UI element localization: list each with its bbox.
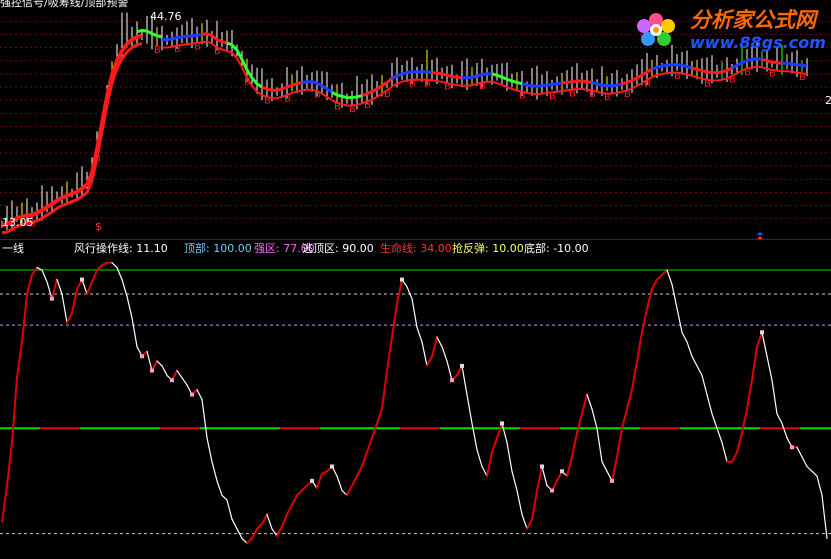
buy-marker-b: B bbox=[334, 102, 341, 113]
signal-dot bbox=[610, 478, 614, 483]
signal-dot bbox=[540, 464, 544, 469]
price-high-label: 44.76 bbox=[150, 10, 182, 23]
buy-marker-b: B bbox=[424, 78, 431, 89]
legend-value: 90.00 bbox=[339, 242, 374, 255]
signal-marker: $ bbox=[95, 220, 102, 233]
signal-dot bbox=[500, 421, 504, 426]
stock-indicator-chart: BBB B B BBB B BB B BBB B B BB B B B B BBBB BB B B 强控信号/吸筹线… bbox=[0, 0, 831, 559]
signal-dot bbox=[190, 392, 194, 397]
legend-value: -10.00 bbox=[550, 242, 589, 255]
buy-marker-b: B bbox=[729, 74, 736, 85]
legend-item: 抢反弹: 10.00 bbox=[452, 241, 524, 255]
buy-marker-b: B bbox=[604, 92, 611, 103]
buy-marker-b: B bbox=[364, 100, 371, 111]
signal-dot bbox=[560, 469, 564, 474]
buy-marker-b: B bbox=[384, 89, 391, 100]
buy-marker-b: B bbox=[174, 44, 181, 55]
legend-label: 生命线: bbox=[380, 241, 417, 255]
buy-marker-b: B bbox=[644, 78, 651, 89]
signal-dot bbox=[50, 296, 54, 301]
buy-marker-b: B bbox=[264, 96, 271, 107]
signal-dot bbox=[550, 488, 554, 493]
signal-dot bbox=[330, 464, 334, 469]
buy-marker-b: B bbox=[244, 76, 251, 87]
buy-marker-b: B bbox=[704, 78, 711, 89]
buy-marker-b: B bbox=[154, 45, 161, 56]
buy-marker-b: B bbox=[194, 42, 201, 53]
legend-value: 34.00 bbox=[417, 242, 452, 255]
legend-item: 底部: -10.00 bbox=[524, 241, 589, 255]
legend-item: 逃顶区: 90.00 bbox=[302, 242, 374, 255]
signal-dot bbox=[400, 277, 404, 282]
watermark-url: www.88gs.com bbox=[690, 33, 826, 52]
legend-value: 10.00 bbox=[489, 242, 524, 255]
buy-marker-b: B bbox=[549, 91, 556, 102]
buy-marker-b: B bbox=[744, 67, 751, 78]
legend-item: 风行操作线: 11.10 bbox=[74, 241, 168, 255]
legend-label: 底部: bbox=[524, 241, 550, 255]
price-low-label: 13.05 bbox=[2, 216, 34, 229]
indicator-legend: 一线 风行操作线: 11.10 顶部: 100.00 强区: 77.00逃顶区: 90… bbox=[2, 241, 589, 255]
buy-marker-b: B bbox=[519, 90, 526, 101]
legend-value: 11.10 bbox=[133, 242, 168, 255]
legend-value: 100.00 bbox=[210, 242, 252, 255]
legend-label: 强区: bbox=[254, 242, 280, 255]
signal-dot bbox=[450, 378, 454, 383]
buy-marker-b: B bbox=[569, 88, 576, 99]
buy-marker-b: B bbox=[314, 90, 321, 101]
buy-marker-b: B bbox=[284, 94, 291, 105]
buy-marker-b: B bbox=[479, 81, 486, 92]
signal-dot bbox=[790, 445, 794, 450]
legend-item: 一线 bbox=[2, 241, 24, 255]
watermark-title: 分析家公式网 bbox=[690, 8, 819, 32]
header-title: 强控信号/吸筹线/顶部预警 bbox=[0, 0, 128, 9]
buy-marker-b: B bbox=[769, 69, 776, 80]
buy-marker-b: B bbox=[444, 82, 451, 93]
legend-item: 顶部: 100.00 bbox=[184, 241, 252, 255]
buy-marker-b: B bbox=[349, 104, 356, 115]
buy-marker-b: B bbox=[214, 46, 221, 57]
signal-dot bbox=[150, 368, 154, 373]
signal-dot bbox=[760, 330, 764, 335]
legend-label: 一线 bbox=[2, 241, 24, 255]
legend-label: 抢反弹: bbox=[452, 241, 489, 255]
legend-label: 逃顶区: bbox=[302, 242, 339, 255]
buy-marker-b: B bbox=[799, 72, 806, 83]
buy-marker-b: B bbox=[674, 71, 681, 82]
signal-dot bbox=[310, 478, 314, 483]
legend-label: 风行操作线: bbox=[74, 241, 133, 255]
buy-marker-b: B bbox=[589, 89, 596, 100]
signal-dot bbox=[80, 277, 84, 282]
buy-marker-b: B bbox=[624, 89, 631, 100]
price-right-label: 2 bbox=[825, 94, 831, 107]
signal-dot bbox=[460, 363, 464, 368]
legend-item: 生命线: 34.00 bbox=[380, 241, 452, 255]
legend-label: 顶部: bbox=[184, 241, 210, 255]
buy-marker-b: B bbox=[94, 154, 101, 165]
signal-dot bbox=[170, 378, 174, 383]
signal-dot bbox=[140, 354, 144, 359]
buy-marker-b: B bbox=[409, 78, 416, 89]
